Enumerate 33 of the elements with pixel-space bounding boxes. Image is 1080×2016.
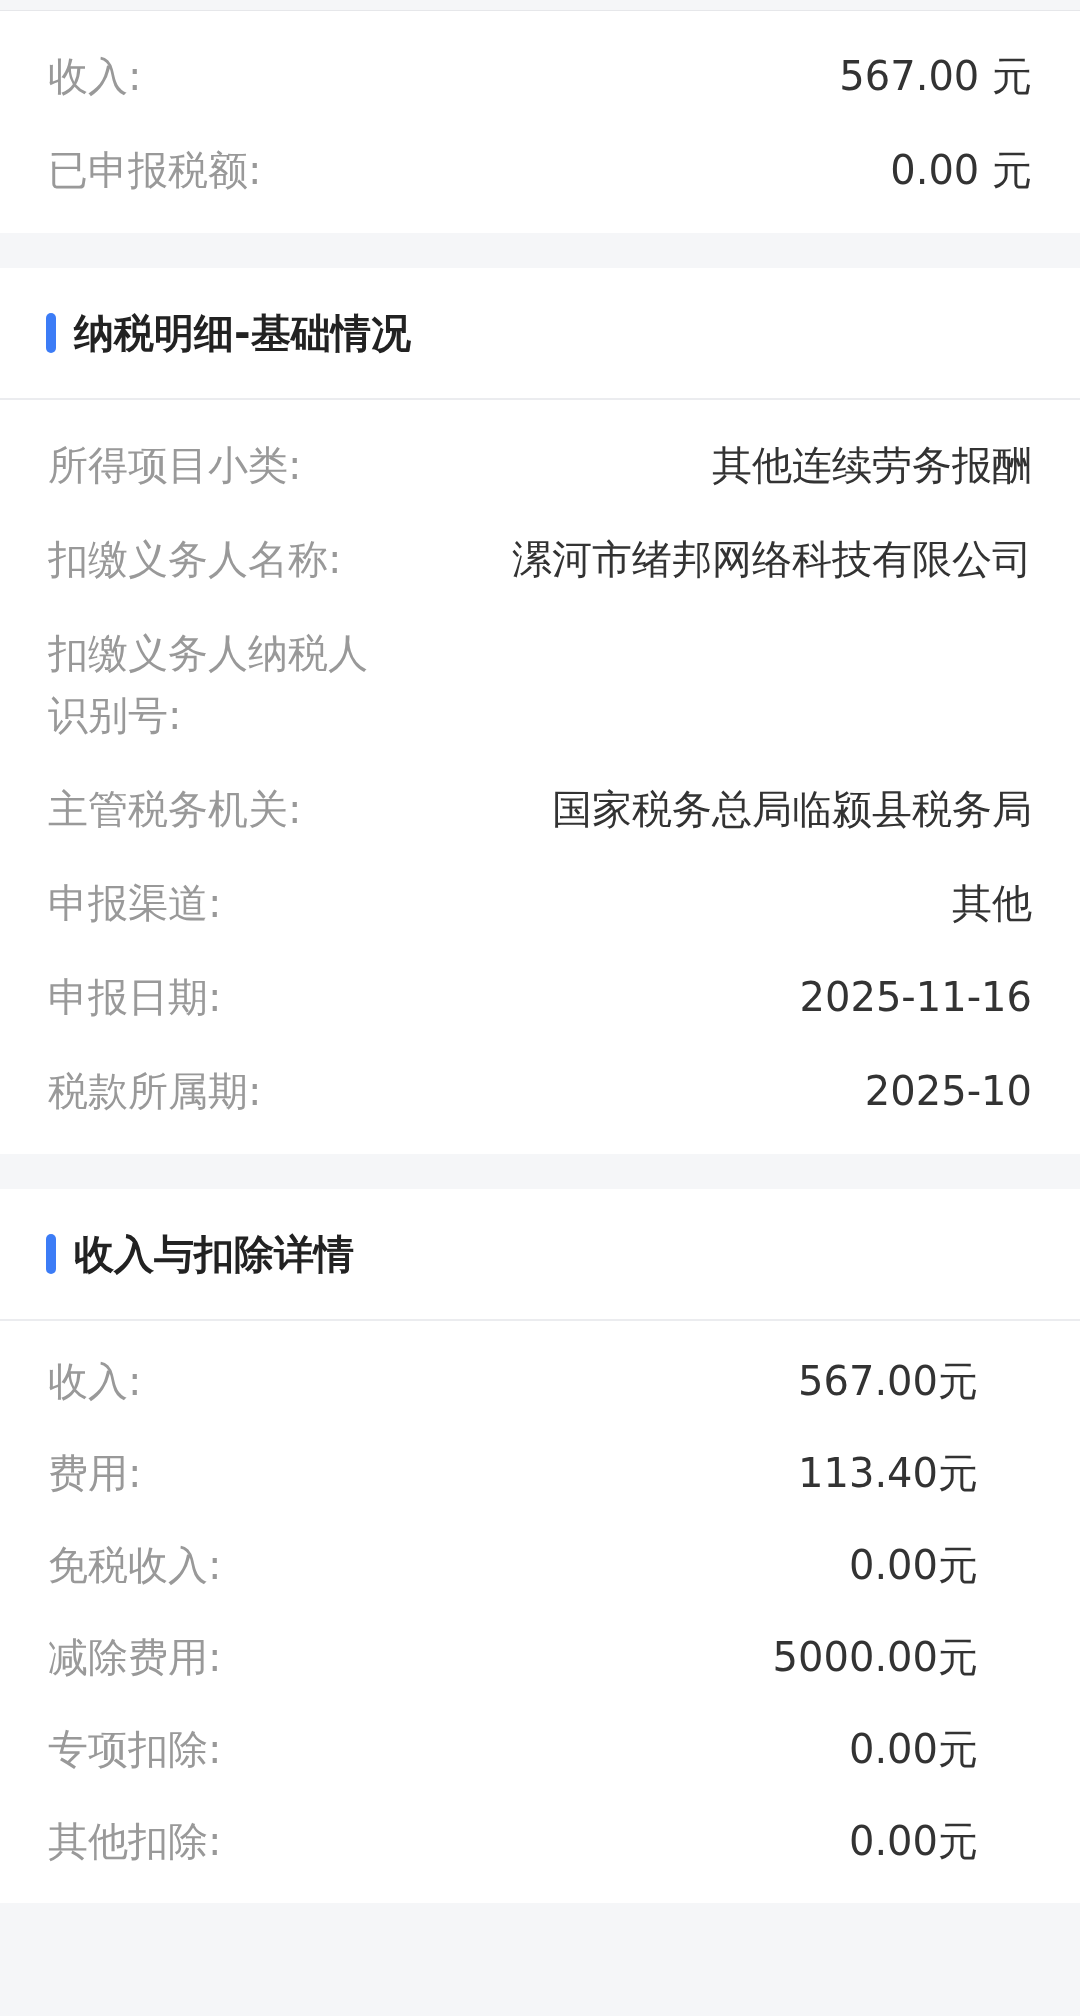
- field-value: 其他连续劳务报酬: [712, 441, 1032, 490]
- field-value: 567.00 元: [839, 52, 1032, 101]
- field-value: 国家税务总局临颍县税务局: [552, 785, 1032, 834]
- field-value: 113.40元: [798, 1449, 978, 1498]
- field-label: 收入:: [48, 1357, 142, 1406]
- field-label: 税款所属期:: [48, 1067, 262, 1116]
- field-label: 申报日期:: [48, 973, 222, 1022]
- field-value: 2025-11-16: [799, 973, 1032, 1022]
- field-label: 减除费用:: [48, 1633, 222, 1682]
- field-value: 0.00元: [848, 1817, 978, 1866]
- field-value: 0.00 元: [890, 146, 1032, 195]
- field-value: 2025-10: [864, 1067, 1032, 1116]
- field-value: 漯河市绪邦网络科技有限公司: [512, 535, 1032, 584]
- field-label: 其他扣除:: [48, 1817, 222, 1866]
- field-value: 0.00元: [848, 1541, 978, 1590]
- section-title: 收入与扣除详情: [74, 1229, 354, 1279]
- field-label: 扣缴义务人纳税人识别号:: [48, 629, 368, 740]
- field-label: 专项扣除:: [48, 1725, 222, 1774]
- field-value: 5000.00元: [772, 1633, 978, 1682]
- field-value: 567.00元: [798, 1357, 978, 1406]
- field-label: 所得项目小类:: [48, 441, 302, 490]
- field-label: 主管税务机关:: [48, 785, 302, 834]
- field-label: 免税收入:: [48, 1541, 222, 1590]
- accent-bar-icon: [46, 1234, 56, 1274]
- field-value: 0.00元: [848, 1725, 978, 1774]
- field-value: 其他: [952, 879, 1032, 928]
- field-label: 申报渠道:: [48, 879, 222, 928]
- field-label: 费用:: [48, 1449, 142, 1498]
- field-label: 扣缴义务人名称:: [48, 535, 342, 584]
- field-label: 已申报税额:: [48, 146, 262, 195]
- field-label: 收入:: [48, 52, 142, 101]
- section-title: 纳税明细-基础情况: [74, 308, 411, 358]
- accent-bar-icon: [46, 313, 56, 353]
